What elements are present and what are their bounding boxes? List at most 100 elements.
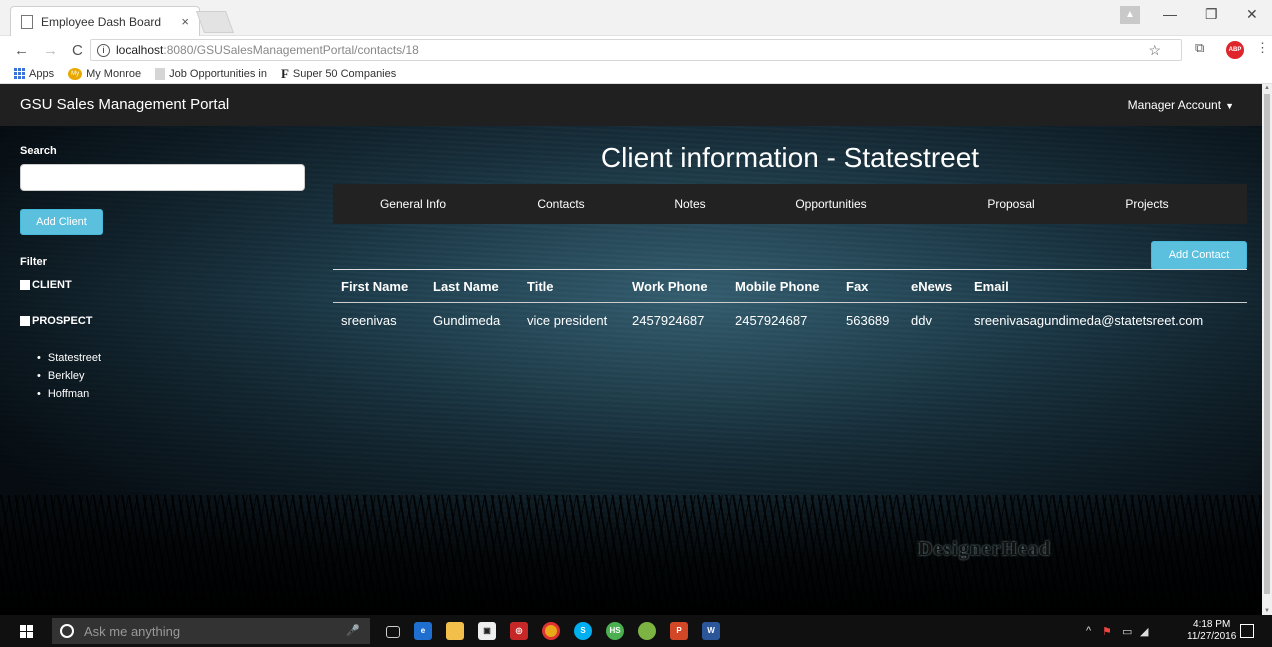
edge-icon[interactable]: e bbox=[414, 622, 432, 640]
browser-tabstrip: Employee Dash Board × ▲ — ❐ ✕ bbox=[0, 0, 1272, 36]
cortana-search[interactable]: Ask me anything bbox=[52, 618, 370, 644]
tray-flag-icon[interactable]: ⚑ bbox=[1102, 625, 1112, 638]
scrollbar-thumb[interactable] bbox=[1264, 94, 1270, 594]
chrome-menu-icon[interactable]: ⋮ bbox=[1256, 40, 1269, 56]
filter-prospect-label: PROSPECT bbox=[32, 315, 93, 327]
page-icon bbox=[155, 67, 166, 80]
bookmark-label: Super 50 Companies bbox=[292, 67, 397, 80]
table-row[interactable]: sreenivas Gundimeda vice president 24579… bbox=[333, 304, 1247, 336]
column-header: Work Phone bbox=[632, 279, 708, 294]
windows-start-icon[interactable] bbox=[20, 625, 33, 638]
system-clock[interactable]: 4:18 PM 11/27/2016 bbox=[1187, 619, 1236, 643]
microphone-icon[interactable]: 🎤 bbox=[346, 624, 360, 637]
monroe-icon: My bbox=[68, 67, 83, 80]
skype-icon[interactable]: S bbox=[574, 622, 592, 640]
filter-client[interactable]: CLIENT bbox=[20, 279, 72, 291]
account-menu-label: Manager Account bbox=[1127, 98, 1222, 112]
table-cell: vice president bbox=[527, 312, 608, 328]
cast-icon[interactable]: ⧉ bbox=[1195, 40, 1204, 56]
contacts-table: First Name Last Name Title Work Phone Mo… bbox=[333, 269, 1247, 328]
background-grass bbox=[0, 495, 1262, 615]
back-icon[interactable]: ← bbox=[14, 42, 29, 59]
tab-contacts[interactable]: Contacts bbox=[493, 184, 629, 224]
tab-general-info[interactable]: General Info bbox=[333, 184, 493, 224]
app-red-icon[interactable]: ◎ bbox=[510, 622, 528, 640]
search-label: Search bbox=[20, 145, 57, 157]
column-header: Fax bbox=[846, 279, 869, 294]
list-item[interactable]: Hoffman bbox=[37, 385, 101, 403]
url-host: localhost bbox=[116, 43, 164, 57]
restore-icon[interactable]: ❐ bbox=[1205, 6, 1218, 23]
url-field[interactable]: i localhost :8080/GSUSalesManagementPort… bbox=[90, 39, 1182, 61]
window-close-icon[interactable]: ✕ bbox=[1246, 6, 1258, 23]
powerpoint-icon[interactable]: P bbox=[670, 622, 688, 640]
scroll-down-icon[interactable]: ▼ bbox=[1264, 608, 1270, 614]
info-icon[interactable]: i bbox=[97, 43, 110, 57]
bookmark-apps[interactable]: Apps bbox=[14, 68, 54, 80]
column-header: Mobile Phone bbox=[735, 279, 820, 294]
checkbox[interactable] bbox=[20, 316, 30, 326]
tab-opportunities[interactable]: Opportunities bbox=[751, 184, 911, 224]
column-header: Email bbox=[974, 279, 1009, 294]
page-icon bbox=[21, 14, 33, 29]
browser-tab[interactable]: Employee Dash Board × bbox=[10, 6, 200, 36]
close-tab-icon[interactable]: × bbox=[181, 14, 189, 29]
tab-projects[interactable]: Projects bbox=[1111, 184, 1183, 224]
caret-down-icon: ▼ bbox=[1225, 101, 1234, 111]
column-header: Title bbox=[527, 279, 554, 294]
forward-icon[interactable]: → bbox=[43, 42, 58, 59]
bookmark-my-monroe[interactable]: My My Monroe bbox=[68, 67, 142, 80]
bookmarks-bar: Apps My My Monroe Job Opportunities in F… bbox=[0, 64, 1272, 84]
list-item[interactable]: Statestreet bbox=[37, 349, 101, 367]
new-tab-button[interactable] bbox=[195, 11, 235, 33]
checkbox[interactable] bbox=[20, 280, 30, 290]
address-bar: ← → C i localhost :8080/GSUSalesManageme… bbox=[0, 36, 1272, 64]
filter-label: Filter bbox=[20, 256, 47, 268]
hangouts-icon[interactable]: HS bbox=[606, 622, 624, 640]
table-cell[interactable]: sreenivasagundimeda@statetsreet.com bbox=[974, 313, 1203, 328]
page-scrollbar[interactable]: ▲ ▼ bbox=[1262, 84, 1272, 615]
add-client-button[interactable]: Add Client bbox=[20, 209, 103, 235]
column-header: Last Name bbox=[433, 279, 499, 294]
tray-chevron-icon[interactable]: ^ bbox=[1086, 625, 1091, 637]
filter-prospect[interactable]: PROSPECT bbox=[20, 315, 93, 327]
search-input[interactable] bbox=[20, 164, 305, 191]
bookmark-job-opportunities[interactable]: Job Opportunities in bbox=[155, 67, 267, 80]
task-view-icon[interactable] bbox=[386, 626, 400, 638]
battery-icon[interactable]: ▭ bbox=[1122, 625, 1132, 638]
table-cell: ddv bbox=[911, 312, 932, 328]
page-title: Client information - Statestreet bbox=[600, 142, 980, 173]
list-item[interactable]: Berkley bbox=[37, 367, 101, 385]
add-contact-button[interactable]: Add Contact bbox=[1151, 241, 1247, 270]
forbes-icon: F bbox=[280, 65, 289, 81]
reload-icon[interactable]: C bbox=[72, 42, 83, 59]
bookmark-label: Job Opportunities in bbox=[169, 67, 267, 80]
column-header: First Name bbox=[341, 279, 409, 294]
filter-client-label: CLIENT bbox=[32, 279, 72, 291]
clock-time: 4:18 PM bbox=[1193, 619, 1231, 630]
app-green-icon[interactable] bbox=[638, 622, 656, 640]
brand-title[interactable]: GSU Sales Management Portal bbox=[20, 96, 229, 113]
file-explorer-icon[interactable] bbox=[446, 622, 464, 640]
profile-icon[interactable]: ▲ bbox=[1120, 6, 1140, 24]
table-header-row: First Name Last Name Title Work Phone Mo… bbox=[333, 271, 1247, 303]
bookmark-star-icon[interactable]: ☆ bbox=[1148, 42, 1161, 59]
tab-notes[interactable]: Notes bbox=[629, 184, 751, 224]
apps-grid-icon bbox=[14, 68, 25, 79]
account-menu[interactable]: Manager Account ▼ bbox=[1128, 98, 1234, 112]
bookmark-label: My Monroe bbox=[86, 67, 142, 80]
clock-date: 11/27/2016 bbox=[1187, 631, 1237, 642]
adblock-icon[interactable]: ABP bbox=[1226, 41, 1244, 59]
store-icon[interactable]: ▣ bbox=[478, 622, 496, 640]
notifications-icon[interactable] bbox=[1240, 624, 1254, 638]
bookmark-label: Apps bbox=[29, 67, 55, 80]
word-icon[interactable]: W bbox=[702, 622, 720, 640]
table-cell: sreenivas bbox=[341, 312, 397, 328]
scroll-up-icon[interactable]: ▲ bbox=[1264, 85, 1270, 91]
minimize-icon[interactable]: — bbox=[1163, 6, 1177, 22]
tab-proposal[interactable]: Proposal bbox=[911, 184, 1111, 224]
table-cell: 563689 bbox=[846, 312, 890, 328]
network-icon[interactable]: ◢ bbox=[1140, 625, 1148, 638]
bookmark-super-50[interactable]: F Super 50 Companies bbox=[281, 66, 396, 82]
chrome-icon[interactable] bbox=[542, 622, 560, 640]
